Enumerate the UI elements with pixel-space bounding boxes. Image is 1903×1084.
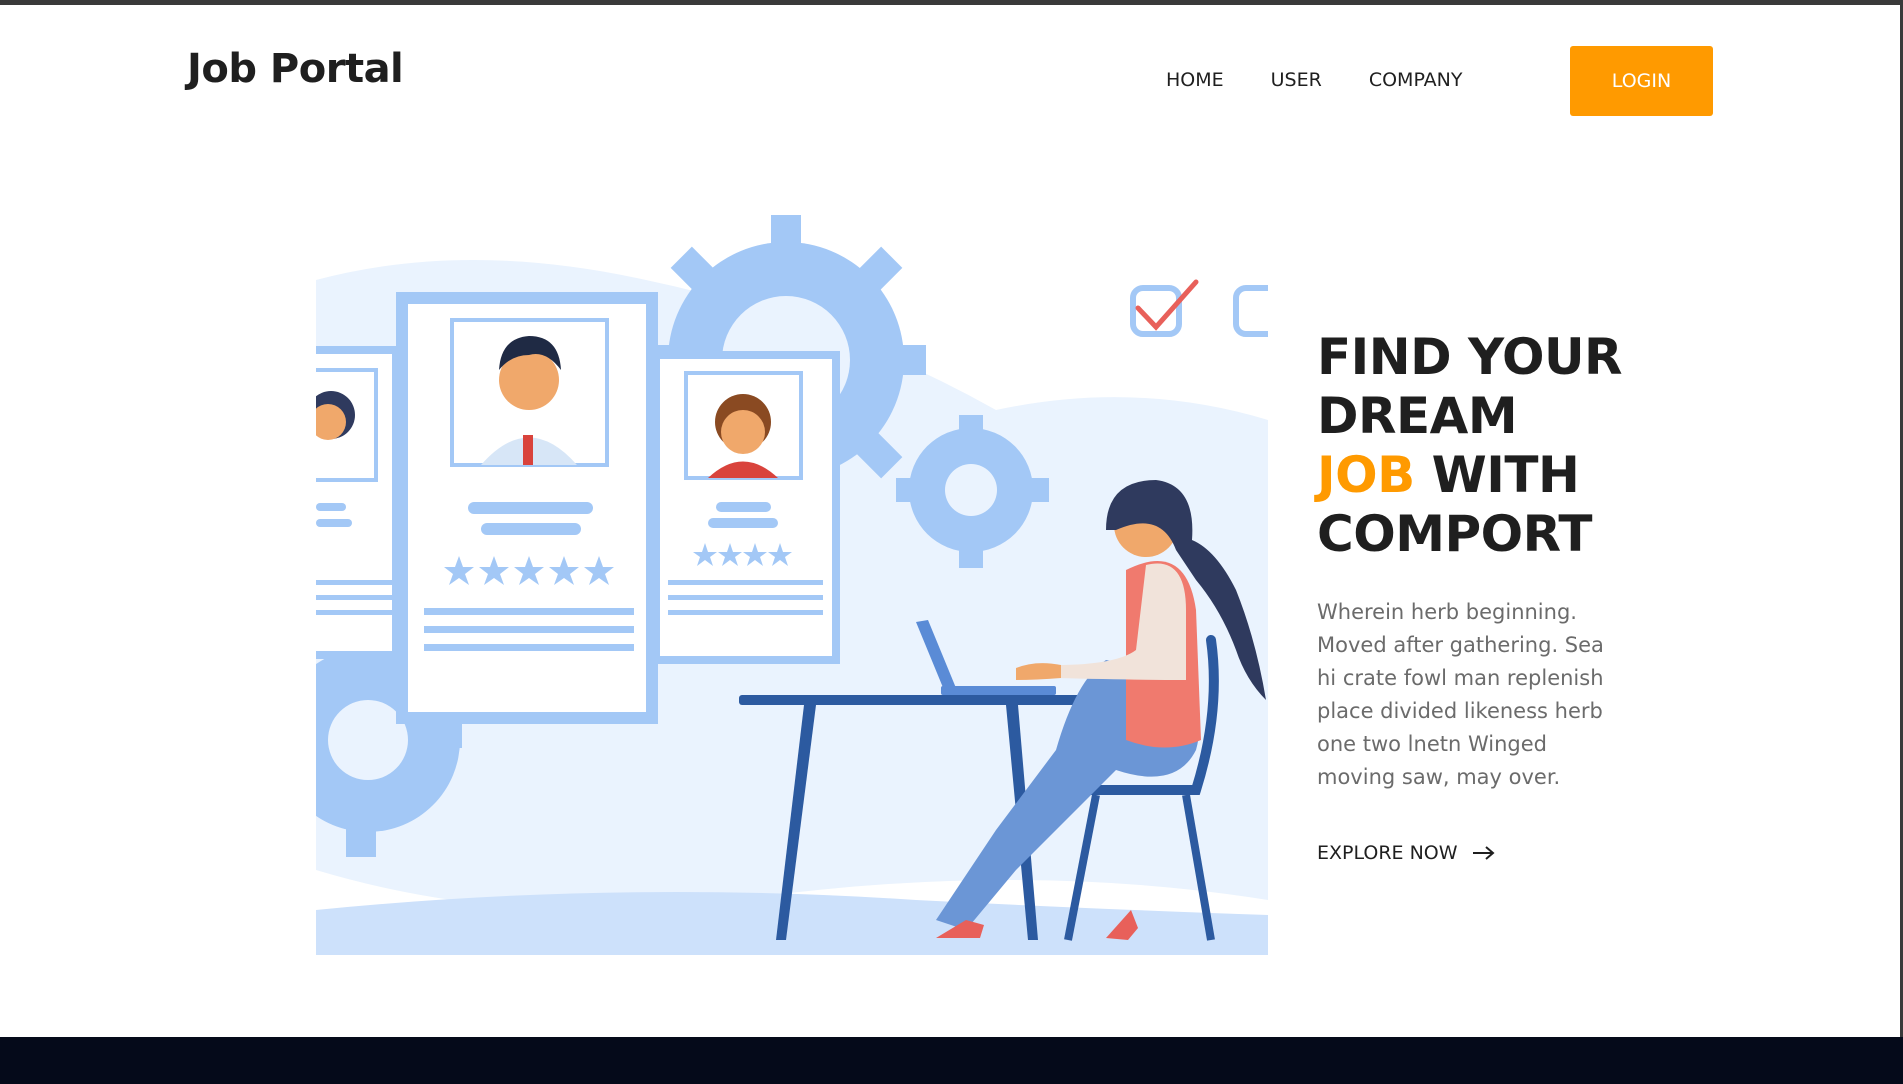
recruiter-at-laptop-illustration bbox=[316, 215, 1268, 955]
explore-now-link[interactable]: EXPLORE NOW bbox=[1317, 842, 1496, 864]
site-logo[interactable]: Job Portal bbox=[187, 46, 404, 92]
hero-title-line4: COMPORT bbox=[1317, 505, 1592, 563]
hero-description: Wherein herb beginning. Moved after gath… bbox=[1317, 600, 1604, 789]
arrow-right-icon bbox=[1472, 846, 1495, 860]
nav-item-user[interactable]: USER bbox=[1271, 69, 1322, 91]
hero-title-line2: DREAM bbox=[1317, 387, 1518, 445]
hero-title-line3: WITH bbox=[1414, 446, 1580, 504]
hero-title: FIND YOUR DREAM JOB WITH COMPORT bbox=[1317, 328, 1797, 564]
explore-now-label: EXPLORE NOW bbox=[1317, 842, 1458, 864]
login-button[interactable]: LOGIN bbox=[1570, 46, 1713, 116]
window-top-border bbox=[0, 0, 1903, 5]
nav-item-home[interactable]: HOME bbox=[1166, 69, 1224, 91]
hero-title-line1: FIND YOUR bbox=[1317, 328, 1623, 386]
nav-item-company[interactable]: COMPANY bbox=[1369, 69, 1463, 91]
main-nav: HOME USER COMPANY bbox=[1166, 69, 1510, 91]
footer-band bbox=[0, 1037, 1903, 1084]
hero-title-accent: JOB bbox=[1317, 446, 1415, 504]
